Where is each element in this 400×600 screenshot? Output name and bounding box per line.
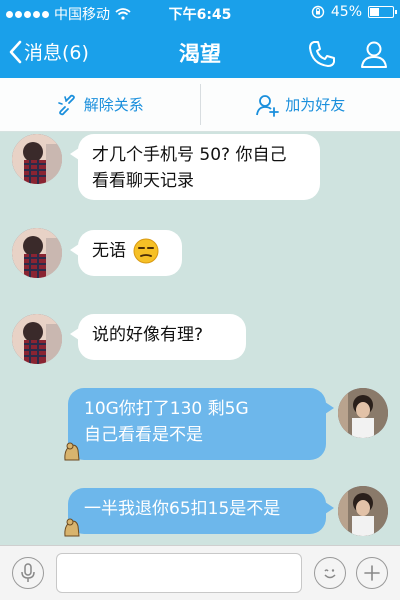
phone-icon bbox=[309, 41, 335, 67]
avatar-photo bbox=[338, 388, 388, 438]
battery-percent: 45% bbox=[330, 4, 362, 20]
battery-icon bbox=[368, 6, 397, 18]
profile-button[interactable] bbox=[358, 38, 390, 70]
status-right: 45% bbox=[311, 4, 397, 20]
avatar-photo bbox=[12, 134, 62, 184]
emoji-button[interactable] bbox=[314, 557, 346, 589]
relationship-action-bar: 解除关系 加为好友 bbox=[0, 78, 400, 132]
add-friend-label: 加为好友 bbox=[285, 96, 346, 114]
avatar-photo bbox=[12, 314, 62, 364]
contact-avatar[interactable] bbox=[12, 314, 62, 364]
message-bubble-incoming[interactable]: 无语 bbox=[70, 230, 182, 276]
person-icon bbox=[361, 41, 387, 68]
unlink-label: 解除关系 bbox=[83, 96, 144, 114]
message-text: 一半我退你65扣15是不是 bbox=[84, 499, 281, 519]
unlink-relationship-button[interactable]: 解除关系 bbox=[0, 78, 200, 131]
chevron-left-icon bbox=[9, 40, 22, 63]
message-text-line: 才几个手机号 50? 你自己 bbox=[92, 145, 287, 165]
my-avatar[interactable] bbox=[338, 486, 388, 536]
message-text: 无语 bbox=[92, 241, 126, 261]
chat-message-list[interactable]: 才几个手机号 50? 你自己 看看聊天记录 无语 说的好像有理? 10G你打了1… bbox=[0, 132, 400, 545]
back-label: 消息(6) bbox=[24, 42, 89, 64]
avatar-photo bbox=[12, 228, 62, 278]
unamused-face-icon bbox=[133, 238, 159, 264]
message-text-line: 自己看看是不是 bbox=[84, 425, 203, 445]
message-text-line: 看看聊天记录 bbox=[92, 171, 194, 191]
message-text-field[interactable] bbox=[56, 553, 302, 593]
voice-input-button[interactable] bbox=[12, 557, 44, 589]
bubble-bear-icon bbox=[64, 442, 80, 461]
message-bubble-incoming[interactable]: 说的好像有理? bbox=[70, 314, 246, 360]
my-avatar[interactable] bbox=[338, 388, 388, 438]
message-text: 说的好像有理? bbox=[92, 325, 204, 345]
back-button[interactable]: 消息(6) bbox=[8, 38, 89, 65]
rotation-lock-icon bbox=[311, 5, 325, 19]
more-options-button[interactable] bbox=[356, 557, 388, 589]
message-bubble-incoming[interactable]: 才几个手机号 50? 你自己 看看聊天记录 bbox=[70, 134, 320, 200]
add-friend-button[interactable]: 加为好友 bbox=[201, 78, 400, 131]
unlink-icon bbox=[57, 94, 75, 115]
nav-bar: 消息(6) 渴望 bbox=[0, 26, 400, 78]
message-bubble-outgoing[interactable]: 10G你打了130 剩5G 自己看看是不是 bbox=[68, 388, 334, 460]
smiley-icon bbox=[324, 569, 336, 579]
microphone-icon bbox=[21, 563, 35, 582]
message-text-line: 10G你打了130 剩5G bbox=[84, 399, 249, 419]
message-bubble-outgoing[interactable]: 一半我退你65扣15是不是 bbox=[68, 488, 334, 534]
call-button[interactable] bbox=[306, 38, 338, 70]
contact-avatar[interactable] bbox=[12, 134, 62, 184]
message-input-bar bbox=[0, 545, 400, 600]
contact-avatar[interactable] bbox=[12, 228, 62, 278]
avatar-photo bbox=[338, 486, 388, 536]
bubble-bear-icon bbox=[64, 518, 80, 537]
status-bar: 中国移动 下午6:45 45% bbox=[0, 0, 400, 26]
plus-icon bbox=[364, 565, 380, 581]
add-person-icon bbox=[256, 94, 280, 117]
